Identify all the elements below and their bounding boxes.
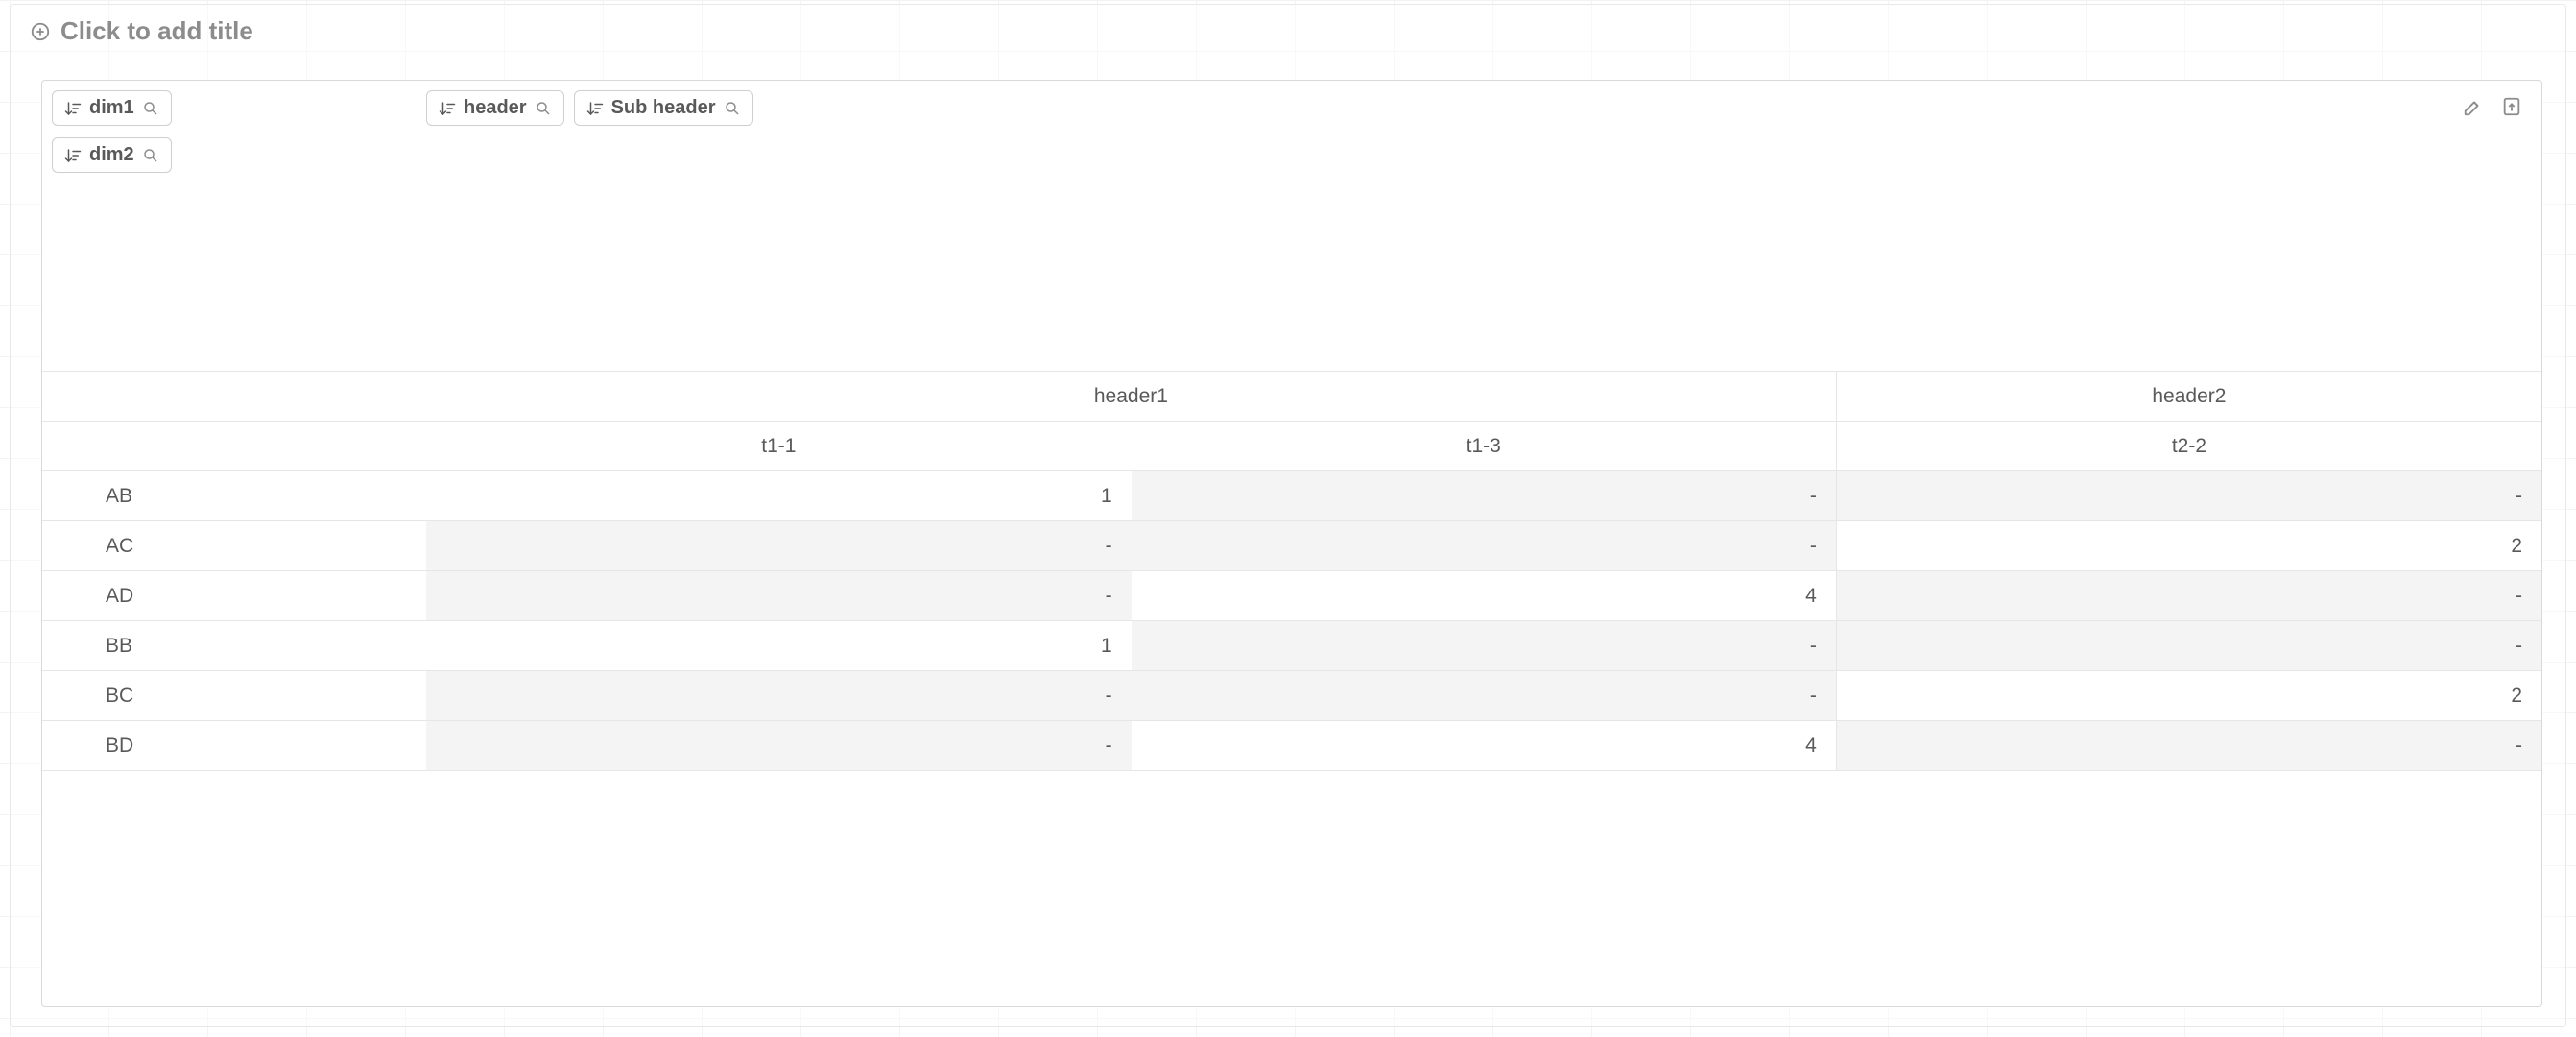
value-cell[interactable]: 2 [1836, 671, 2541, 721]
sub-header[interactable]: t1-1 [426, 422, 1132, 471]
title-placeholder[interactable]: Click to add title [11, 5, 2565, 58]
sort-icon [439, 100, 456, 117]
sub-header[interactable]: t2-2 [1836, 422, 2541, 471]
row-key[interactable]: BC [42, 671, 426, 721]
table-row: AC--2 [42, 521, 2541, 571]
edit-icon[interactable] [2463, 96, 2484, 120]
chip-label: Sub header [611, 97, 716, 119]
value-cell[interactable]: 4 [1132, 721, 1837, 771]
table-row: BD-4- [42, 721, 2541, 771]
chip-label: dim1 [89, 97, 134, 119]
pivot-viz: dim1 dim2 [41, 80, 2542, 1007]
table-row: AD-4- [42, 571, 2541, 621]
sub-header[interactable]: t1-3 [1132, 422, 1837, 471]
value-cell[interactable]: - [1132, 671, 1837, 721]
sub-header-row: t1-1 t1-3 t2-2 [42, 422, 2541, 471]
pivot-tbody: AB1--AC--2AD-4-BB1--BC--2BD-4- [42, 471, 2541, 771]
column-dimension-chip-zone[interactable]: header Sub header [426, 81, 2541, 371]
pivot-table: header1 header2 t1-1 t1-3 t2-2 AB1--AC--… [42, 371, 2541, 771]
table-row: BB1-- [42, 621, 2541, 671]
row-dim-chip-dim2[interactable]: dim2 [52, 137, 172, 173]
col-dim-chip-header[interactable]: header [426, 90, 564, 126]
value-cell[interactable]: 4 [1132, 571, 1837, 621]
row-key[interactable]: AB [42, 471, 426, 521]
chip-label: header [464, 97, 527, 119]
top-header-row: header1 header2 [42, 372, 2541, 422]
pivot-thead: header1 header2 t1-1 t1-3 t2-2 [42, 372, 2541, 471]
value-cell[interactable]: 1 [426, 621, 1132, 671]
value-cell[interactable]: - [1836, 721, 2541, 771]
sort-icon [64, 100, 82, 117]
chip-label: dim2 [89, 144, 134, 166]
col-dim-chip-sub-header[interactable]: Sub header [574, 90, 753, 126]
row-key[interactable]: AC [42, 521, 426, 571]
value-cell[interactable]: - [426, 671, 1132, 721]
value-cell[interactable]: - [1836, 471, 2541, 521]
row-key[interactable]: BB [42, 621, 426, 671]
top-header[interactable]: header1 [426, 372, 1836, 422]
value-cell[interactable]: 1 [426, 471, 1132, 521]
plus-circle-icon [30, 21, 51, 42]
value-cell[interactable]: - [1132, 621, 1837, 671]
value-cell[interactable]: - [426, 571, 1132, 621]
row-key[interactable]: BD [42, 721, 426, 771]
value-cell[interactable]: - [1132, 471, 1837, 521]
top-header[interactable]: header2 [1836, 372, 2541, 422]
row-dim-chip-dim1[interactable]: dim1 [52, 90, 172, 126]
viz-action-icons [2463, 96, 2522, 120]
value-cell[interactable]: - [1836, 571, 2541, 621]
row-key[interactable]: AD [42, 571, 426, 621]
value-cell[interactable]: - [426, 521, 1132, 571]
value-cell[interactable]: - [426, 721, 1132, 771]
viz-frame: Click to add title dim1 [10, 4, 2566, 1027]
value-cell[interactable]: 2 [1836, 521, 2541, 571]
corner-cell [42, 422, 426, 471]
corner-cell [42, 372, 426, 422]
value-cell[interactable]: - [1836, 621, 2541, 671]
search-icon[interactable] [142, 100, 159, 117]
table-row: BC--2 [42, 671, 2541, 721]
export-icon[interactable] [2501, 96, 2522, 120]
search-icon[interactable] [724, 100, 741, 117]
sort-icon [64, 147, 82, 164]
value-cell[interactable]: - [1132, 521, 1837, 571]
search-icon[interactable] [142, 147, 159, 164]
title-placeholder-text: Click to add title [60, 16, 253, 46]
sort-icon [586, 100, 604, 117]
pivot-table-wrap: header1 header2 t1-1 t1-3 t2-2 AB1--AC--… [42, 371, 2541, 1006]
table-row: AB1-- [42, 471, 2541, 521]
search-icon[interactable] [535, 100, 552, 117]
